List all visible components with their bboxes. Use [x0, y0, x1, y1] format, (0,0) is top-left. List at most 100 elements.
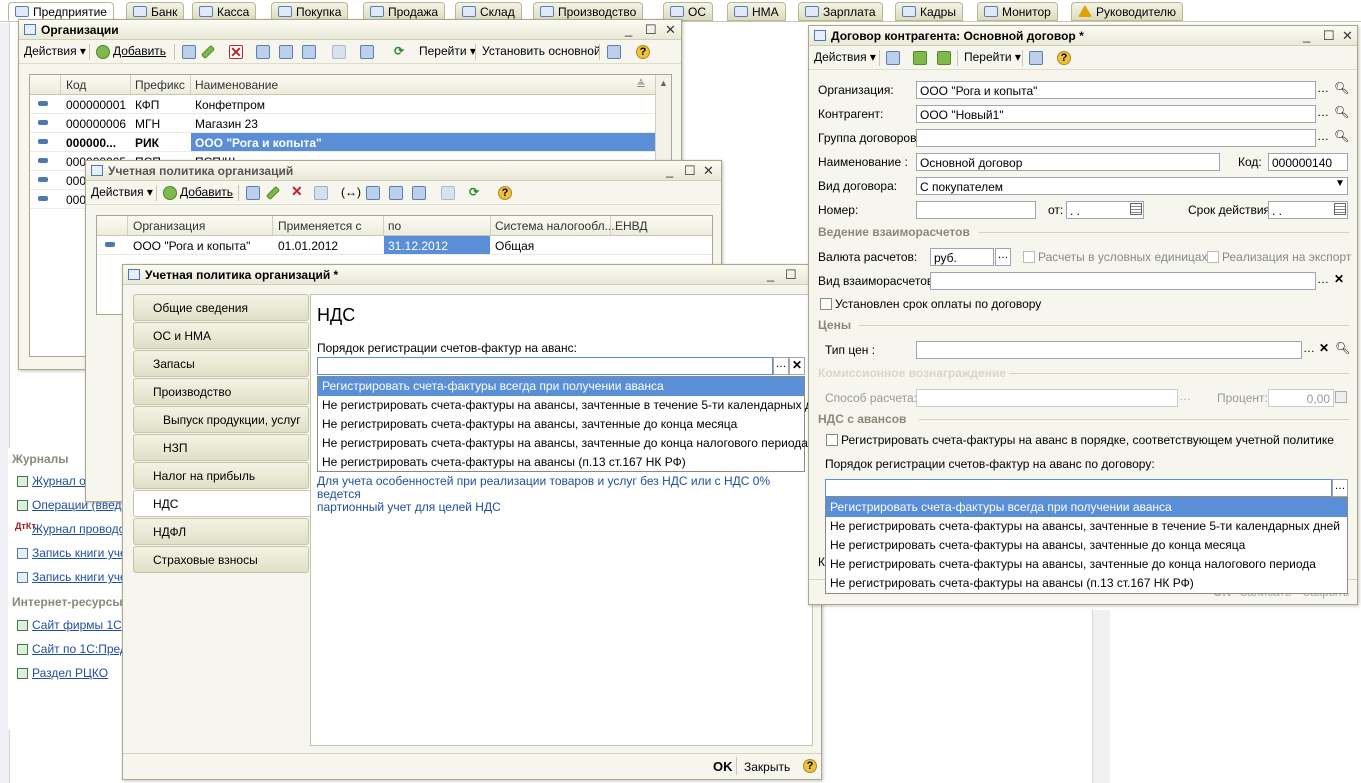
- list-settings-icon[interactable]: [607, 45, 621, 59]
- currency-field[interactable]: руб.: [930, 248, 994, 266]
- filter-clear-icon[interactable]: [441, 186, 455, 200]
- table-row[interactable]: 000000001 КФП Конфетпром: [30, 95, 671, 114]
- option-art-167[interactable]: Не регистрировать счета-фактуры на аванс…: [826, 574, 1347, 593]
- goto-menu[interactable]: Перейти ▾: [419, 44, 476, 58]
- filter-settings-icon[interactable]: [279, 45, 293, 59]
- calc-method-choose-button[interactable]: …: [1179, 389, 1191, 403]
- settle-kind-choose-button[interactable]: …: [1317, 272, 1329, 286]
- counterparty-field[interactable]: ООО "Новый1": [916, 105, 1316, 123]
- journal-link-3[interactable]: Журнал проводок: [32, 522, 131, 536]
- actions-menu[interactable]: Действия ▾: [24, 44, 86, 58]
- close-button[interactable]: ✕: [1342, 28, 1353, 44]
- calculator-icon[interactable]: [1335, 391, 1347, 403]
- settle-kind-clear-button[interactable]: ✕: [1334, 272, 1344, 286]
- choose-button[interactable]: …: [773, 357, 789, 375]
- copy-icon[interactable]: [937, 51, 951, 65]
- option-tax-period[interactable]: Не регистрировать счета-фактуры на аванс…: [318, 434, 808, 453]
- price-type-clear-button[interactable]: ✕: [1319, 341, 1329, 355]
- option-tax-period[interactable]: Не регистрировать счета-фактуры на аванс…: [826, 555, 1347, 574]
- clear-button[interactable]: ✕: [789, 357, 805, 375]
- help-icon[interactable]: ?: [498, 186, 512, 200]
- journal-link-1[interactable]: Журнал ог: [32, 474, 90, 488]
- option-art-167[interactable]: Не регистрировать счета-фактуры на аванс…: [318, 453, 804, 472]
- maximize-button[interactable]: ☐: [785, 267, 797, 283]
- conditional-units-checkbox[interactable]: [1023, 251, 1035, 263]
- table-row[interactable]: 000000006 МГН Магазин 23: [30, 114, 671, 133]
- number-field[interactable]: [916, 201, 1036, 219]
- filter-clear-icon[interactable]: [332, 45, 346, 59]
- column-organization[interactable]: Организация: [133, 219, 205, 233]
- column-code[interactable]: Код: [66, 78, 86, 92]
- counterparty-search-icon[interactable]: 🔍︎: [1334, 105, 1349, 119]
- table-row-selected[interactable]: 000000... РИК ООО "Рога и копыта": [30, 133, 671, 152]
- option-5-days[interactable]: Не регистрировать счета-фактуры на аванс…: [826, 517, 1347, 536]
- price-type-choose-button[interactable]: …: [1303, 341, 1315, 355]
- option-always[interactable]: Регистрировать счета-фактуры всегда при …: [318, 377, 804, 396]
- close-button[interactable]: ✕: [703, 163, 714, 179]
- column-envd[interactable]: ЕНВД: [615, 219, 648, 233]
- group-field[interactable]: [916, 129, 1316, 147]
- filter-list-icon[interactable]: [412, 186, 426, 200]
- edit-icon[interactable]: [265, 185, 281, 201]
- currency-choose-button[interactable]: …: [995, 248, 1011, 266]
- option-5-days[interactable]: Не регистрировать счета-фактуры на аванс…: [318, 396, 832, 415]
- save-close-icon[interactable]: [886, 51, 900, 65]
- minimize-button[interactable]: _: [1303, 28, 1310, 43]
- journal-link-4[interactable]: Запись книги учет: [32, 546, 132, 560]
- tab-hr[interactable]: Кадры: [895, 2, 963, 21]
- minimize-button[interactable]: _: [666, 163, 673, 178]
- add-button[interactable]: Добавить: [113, 44, 166, 58]
- maximize-button[interactable]: ☐: [645, 22, 657, 38]
- ok-button[interactable]: OK: [713, 759, 733, 774]
- post-icon[interactable]: [314, 186, 328, 200]
- close-button[interactable]: ✕: [665, 22, 676, 38]
- structure-icon[interactable]: [360, 45, 374, 59]
- nav-wip[interactable]: НЗП: [133, 434, 309, 461]
- nav-general[interactable]: Общие сведения: [133, 294, 309, 321]
- minimize-button[interactable]: _: [767, 267, 774, 282]
- settle-kind-field[interactable]: [930, 272, 1316, 290]
- org-field[interactable]: ООО "Рога и копыта": [916, 81, 1316, 99]
- filter-icon[interactable]: [256, 45, 270, 59]
- price-type-field[interactable]: [916, 341, 1302, 359]
- actions-menu[interactable]: Действия ▾: [814, 50, 876, 64]
- refresh-icon[interactable]: ⟳: [394, 44, 404, 58]
- payment-term-checkbox[interactable]: [820, 298, 832, 310]
- edit-icon[interactable]: [200, 44, 216, 60]
- tab-intangibles[interactable]: НМА: [727, 2, 786, 21]
- minimize-button[interactable]: _: [625, 22, 632, 37]
- nav-production[interactable]: Производство: [133, 378, 309, 405]
- group-choose-button[interactable]: …: [1317, 129, 1329, 143]
- maximize-button[interactable]: ☐: [684, 163, 696, 179]
- option-month-end[interactable]: Не регистрировать счета-фактуры на аванс…: [826, 536, 1347, 555]
- interval-icon[interactable]: (↔): [341, 185, 361, 199]
- vat-policy-checkbox[interactable]: [826, 434, 838, 446]
- tab-manager[interactable]: Руководителю: [1071, 2, 1184, 21]
- tab-salary[interactable]: Зарплата: [798, 2, 883, 21]
- name-field[interactable]: Основной договор: [916, 153, 1220, 171]
- code-field[interactable]: 000000140: [1268, 153, 1348, 171]
- filter-icon[interactable]: [366, 186, 380, 200]
- goto-menu[interactable]: Перейти ▾: [964, 50, 1021, 64]
- group-search-icon[interactable]: 🔍︎: [1334, 129, 1349, 143]
- column-to[interactable]: по: [388, 219, 401, 233]
- nav-profit-tax[interactable]: Налог на прибыль: [133, 462, 309, 489]
- column-prefix[interactable]: Префикс: [135, 78, 185, 92]
- copy-icon[interactable]: [182, 45, 196, 59]
- counterparty-choose-button[interactable]: …: [1317, 105, 1329, 119]
- column-tax-system[interactable]: Система налогообл...: [495, 219, 615, 233]
- copy-icon[interactable]: [246, 186, 260, 200]
- nav-insurance[interactable]: Страховые взносы: [133, 546, 309, 573]
- nav-output[interactable]: Выпуск продукции, услуг: [133, 406, 309, 433]
- calendar-icon[interactable]: [1334, 203, 1346, 215]
- nav-pit[interactable]: НДФЛ: [133, 518, 309, 545]
- sort-icon[interactable]: ≜: [636, 78, 646, 92]
- percent-field[interactable]: 0,00: [1268, 389, 1334, 407]
- close-form-button[interactable]: Закрыть: [744, 760, 790, 774]
- column-applies-from[interactable]: Применяется с: [278, 219, 362, 233]
- help-icon[interactable]: ?: [1057, 51, 1071, 65]
- kind-select[interactable]: С покупателем: [916, 177, 1348, 195]
- add-button[interactable]: Добавить: [180, 185, 233, 199]
- internet-link-2[interactable]: Сайт по 1С:Предп: [32, 642, 133, 656]
- delete-icon[interactable]: ✕: [229, 45, 243, 59]
